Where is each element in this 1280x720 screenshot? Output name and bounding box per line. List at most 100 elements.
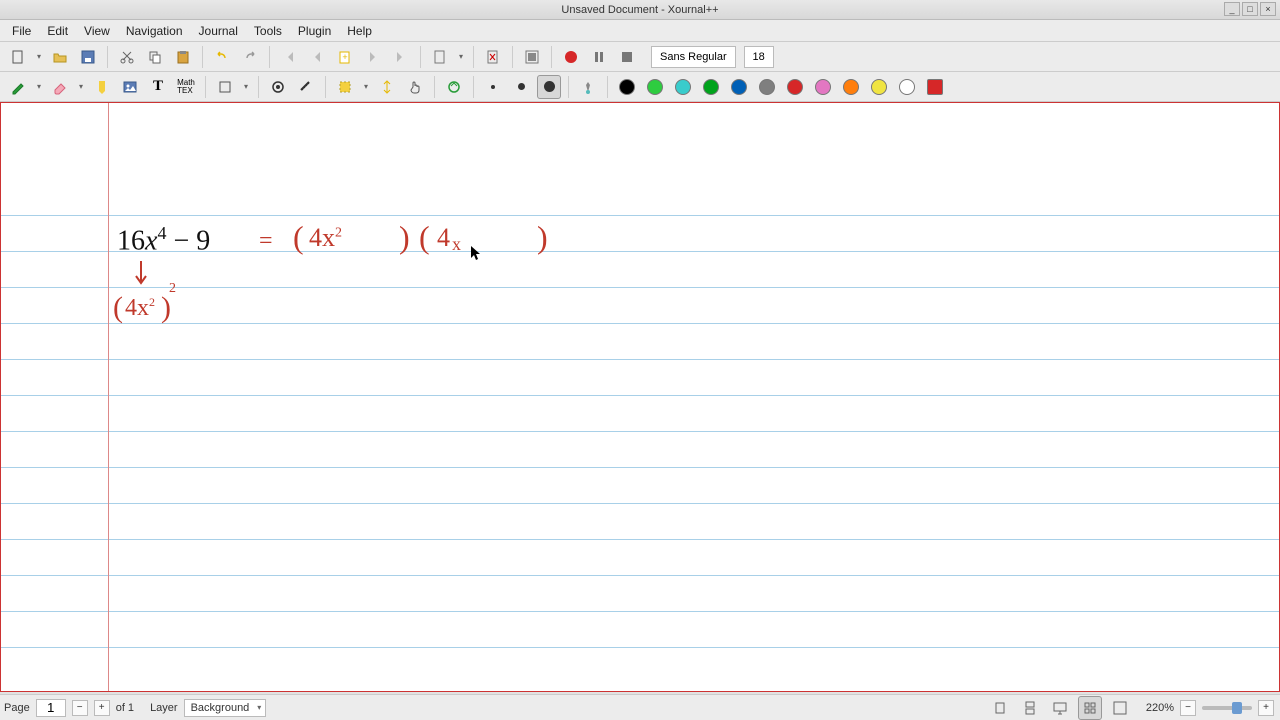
zoom-in-button[interactable]: + bbox=[1258, 700, 1274, 716]
menu-plugin[interactable]: Plugin bbox=[290, 21, 339, 41]
page-options-button[interactable] bbox=[428, 45, 452, 69]
color-custom[interactable] bbox=[923, 75, 947, 99]
maximize-button[interactable]: □ bbox=[1242, 2, 1258, 16]
page-label: Page bbox=[4, 702, 30, 714]
margin-line bbox=[108, 103, 109, 691]
handwriting-paren2-close: ) bbox=[537, 219, 548, 256]
color-green2[interactable] bbox=[699, 75, 723, 99]
handwriting-paren1-close: ) bbox=[399, 219, 410, 256]
stop-button[interactable] bbox=[615, 45, 639, 69]
goto-last-page-button[interactable] bbox=[389, 45, 413, 69]
view-single-page-button[interactable] bbox=[988, 696, 1012, 720]
page-of-label: of 1 bbox=[116, 702, 134, 714]
close-button[interactable]: × bbox=[1260, 2, 1276, 16]
select-dropdown[interactable]: ▾ bbox=[361, 82, 371, 91]
view-grid-button[interactable] bbox=[1078, 696, 1102, 720]
titlebar: Unsaved Document - Xournal++ _ □ × bbox=[0, 0, 1280, 20]
color-green[interactable] bbox=[643, 75, 667, 99]
color-red[interactable] bbox=[783, 75, 807, 99]
font-size-input[interactable]: 18 bbox=[744, 46, 774, 68]
pen-dropdown[interactable]: ▾ bbox=[34, 82, 44, 91]
layer-select[interactable]: Background bbox=[184, 699, 267, 717]
handwriting-paren1-open: ( bbox=[293, 219, 304, 256]
handwriting-term2: 4x bbox=[437, 223, 459, 253]
eraser-tool-button[interactable] bbox=[48, 75, 72, 99]
color-gray[interactable] bbox=[755, 75, 779, 99]
eraser-dropdown[interactable]: ▾ bbox=[76, 82, 86, 91]
menu-view[interactable]: View bbox=[76, 21, 118, 41]
color-blue[interactable] bbox=[727, 75, 751, 99]
font-family-select[interactable]: Sans Regular bbox=[651, 46, 736, 68]
menu-tools[interactable]: Tools bbox=[246, 21, 290, 41]
thickness-medium-button[interactable] bbox=[509, 75, 533, 99]
undo-button[interactable] bbox=[210, 45, 234, 69]
goto-prev-page-button[interactable] bbox=[305, 45, 329, 69]
menu-navigation[interactable]: Navigation bbox=[118, 21, 191, 41]
delete-page-button[interactable] bbox=[481, 45, 505, 69]
menu-journal[interactable]: Journal bbox=[191, 21, 246, 41]
zoom-out-button[interactable]: − bbox=[1180, 700, 1196, 716]
color-magenta[interactable] bbox=[811, 75, 835, 99]
pause-button[interactable] bbox=[587, 45, 611, 69]
cut-button[interactable] bbox=[115, 45, 139, 69]
view-fullscreen-button[interactable] bbox=[1108, 696, 1132, 720]
page-next-button[interactable]: + bbox=[94, 700, 110, 716]
hand-tool-button[interactable] bbox=[403, 75, 427, 99]
shape-dropdown[interactable]: ▾ bbox=[241, 82, 251, 91]
redo-button[interactable] bbox=[238, 45, 262, 69]
record-button[interactable] bbox=[559, 45, 583, 69]
copy-button[interactable] bbox=[143, 45, 167, 69]
new-file-button[interactable] bbox=[6, 45, 30, 69]
color-yellow[interactable] bbox=[867, 75, 891, 99]
insert-page-button[interactable]: + bbox=[333, 45, 357, 69]
color-cyan[interactable] bbox=[671, 75, 695, 99]
menu-help[interactable]: Help bbox=[339, 21, 380, 41]
paste-button[interactable] bbox=[171, 45, 195, 69]
goto-first-page-button[interactable] bbox=[277, 45, 301, 69]
thickness-fine-button[interactable] bbox=[481, 75, 505, 99]
zoom-slider[interactable] bbox=[1202, 706, 1252, 710]
handwriting-paren2-open: ( bbox=[419, 219, 430, 256]
page[interactable]: 16x4 − 9 = ( 4x2 ) ( 4x ) ( 4x2 ) 2 bbox=[0, 102, 1280, 692]
toolbar-primary: ▾ + ▾ Sans Regular 18 bbox=[0, 42, 1280, 72]
vertical-space-button[interactable] bbox=[375, 75, 399, 99]
canvas-area[interactable]: 16x4 − 9 = ( 4x2 ) ( 4x ) ( 4x2 ) 2 bbox=[0, 102, 1280, 694]
zoom-level: 220% bbox=[1146, 702, 1174, 714]
handwriting-line2-term: 4x2 bbox=[125, 295, 155, 322]
default-tool-button[interactable] bbox=[442, 75, 466, 99]
shape-recognizer-button[interactable] bbox=[266, 75, 290, 99]
menubar: File Edit View Navigation Journal Tools … bbox=[0, 20, 1280, 42]
text-tool-button[interactable]: T bbox=[146, 75, 170, 99]
goto-next-page-button[interactable] bbox=[361, 45, 385, 69]
latex-tool-button[interactable]: MathTEX bbox=[174, 75, 198, 99]
view-continuous-button[interactable] bbox=[1018, 696, 1042, 720]
thickness-thick-button[interactable] bbox=[537, 75, 561, 99]
pen-tool-button[interactable] bbox=[6, 75, 30, 99]
handwriting-equals: = bbox=[259, 228, 273, 255]
menu-file[interactable]: File bbox=[4, 21, 39, 41]
page-prev-button[interactable]: − bbox=[72, 700, 88, 716]
latex-expression[interactable]: 16x4 − 9 bbox=[117, 223, 210, 257]
color-black[interactable] bbox=[615, 75, 639, 99]
select-rect-button[interactable] bbox=[333, 75, 357, 99]
menu-edit[interactable]: Edit bbox=[39, 21, 76, 41]
layer-label: Layer bbox=[150, 702, 178, 714]
handwriting-line2-open: ( bbox=[113, 291, 123, 325]
handwriting-arrow-down bbox=[131, 259, 151, 289]
page-number-input[interactable] bbox=[36, 699, 66, 717]
shape-tool-button[interactable] bbox=[213, 75, 237, 99]
highlighter-tool-button[interactable] bbox=[90, 75, 114, 99]
color-orange[interactable] bbox=[839, 75, 863, 99]
view-presentation-button[interactable] bbox=[1048, 696, 1072, 720]
save-button[interactable] bbox=[76, 45, 100, 69]
ruler-button[interactable] bbox=[294, 75, 318, 99]
color-white[interactable] bbox=[895, 75, 919, 99]
color-picker-button[interactable] bbox=[576, 75, 600, 99]
new-file-dropdown[interactable]: ▾ bbox=[34, 52, 44, 61]
open-file-button[interactable] bbox=[48, 45, 72, 69]
annotate-pdf-button[interactable] bbox=[520, 45, 544, 69]
image-tool-button[interactable] bbox=[118, 75, 142, 99]
minimize-button[interactable]: _ bbox=[1224, 2, 1240, 16]
page-options-dropdown[interactable]: ▾ bbox=[456, 52, 466, 61]
toolbar-secondary: ▾ ▾ T MathTEX ▾ ▾ bbox=[0, 72, 1280, 102]
